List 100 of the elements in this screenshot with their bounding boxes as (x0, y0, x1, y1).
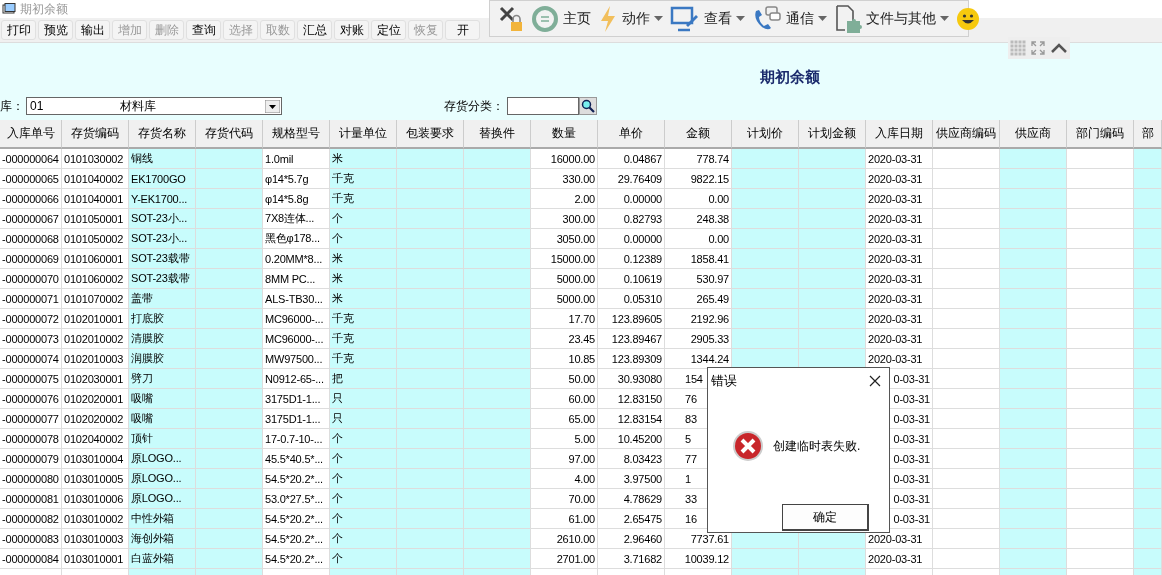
table-cell: 千克 (330, 329, 397, 349)
table-cell: 千克 (330, 169, 397, 189)
table-cell: 8.03423 (598, 449, 665, 469)
column-header[interactable]: 单价 (598, 120, 665, 149)
column-header[interactable]: 供应商编码 (933, 120, 1000, 149)
toolbar-button[interactable]: 打印 (1, 20, 36, 40)
column-header[interactable]: 存货编码 (62, 120, 129, 149)
column-header[interactable]: 存货代码 (196, 120, 263, 149)
table-cell: 米 (330, 269, 397, 289)
toolbar-button[interactable]: 开 (445, 20, 480, 40)
caret-down-icon[interactable] (736, 16, 745, 21)
caret-down-icon[interactable] (940, 16, 949, 21)
toolbar-button[interactable]: 汇总 (297, 20, 332, 40)
monitor-icon[interactable] (670, 4, 700, 33)
table-cell: 原LOGO... (129, 449, 196, 469)
menu-label[interactable]: 文件与其他 (866, 9, 936, 28)
column-header[interactable]: 存货名称 (129, 120, 196, 149)
table-cell: 2020-03-31 (866, 169, 933, 189)
column-header[interactable]: 金额 (665, 120, 732, 149)
ok-button[interactable]: 确定 (782, 504, 869, 531)
table-cell: 29.76409 (598, 169, 665, 189)
table-cell: -000000076 (0, 389, 62, 409)
table-cell: 2.00 (531, 189, 598, 209)
toolbar-button[interactable]: 对账 (334, 20, 369, 40)
table-cell: 60.00 (531, 389, 598, 409)
table-cell: SOT-23载带 (129, 249, 196, 269)
column-header[interactable]: 部 (1134, 120, 1162, 149)
toolbar-button[interactable]: 查询 (186, 20, 221, 40)
column-header[interactable]: 数量 (531, 120, 598, 149)
table-cell: -000000084 (0, 549, 62, 569)
column-header[interactable]: 部门编码 (1067, 120, 1134, 149)
toolbar-button[interactable]: 预览 (38, 20, 73, 40)
warehouse-label: 库： (0, 97, 24, 115)
table-cell: 2020-03-31 (866, 289, 933, 309)
table-cell: Y-EK1700... (129, 189, 196, 209)
caret-down-icon[interactable] (654, 16, 663, 21)
disconnect-lock-icon[interactable] (498, 4, 524, 33)
collapse-caret-icon[interactable] (1049, 42, 1068, 54)
table-cell: 2020-03-31 (866, 189, 933, 209)
table-cell: 2.96460 (598, 529, 665, 549)
close-icon[interactable] (869, 375, 881, 387)
toolbar-button[interactable]: 输出 (75, 20, 110, 40)
table-cell: 2020-03-31 (866, 249, 933, 269)
dropdown-arrow-icon[interactable] (265, 99, 280, 113)
table-cell: 61.00 (531, 509, 598, 529)
table-cell: 2701.00 (531, 549, 598, 569)
table-cell: 米 (330, 149, 397, 169)
table-cell: -000000080 (0, 469, 62, 489)
table-cell: 0.82793 (598, 209, 665, 229)
table-cell: 海创外箱 (129, 529, 196, 549)
table-cell: 4.78629 (598, 489, 665, 509)
warehouse-dropdown[interactable]: 01 材料库 (26, 97, 282, 115)
column-header[interactable]: 供应商 (1000, 120, 1067, 149)
table-cell: 顶针 (129, 429, 196, 449)
table-cell: -000000077 (0, 409, 62, 429)
menu-label[interactable]: 查看 (704, 9, 732, 28)
table-cell: 千克 (330, 189, 397, 209)
table-cell: 0.00000 (598, 189, 665, 209)
category-field[interactable] (507, 97, 579, 115)
table-cell: 97.00 (531, 449, 598, 469)
column-header[interactable]: 入库单号 (0, 120, 62, 149)
column-header[interactable]: 包装要求 (397, 120, 464, 149)
toolbar-button[interactable]: 定位 (371, 20, 406, 40)
file-puzzle-icon[interactable] (834, 3, 862, 34)
column-header[interactable]: 计划金额 (799, 120, 866, 149)
smiley-icon[interactable] (956, 6, 980, 31)
table-cell: -000000075 (0, 369, 62, 389)
table-cell: 10.85 (531, 349, 598, 369)
table-cell: 盖带 (129, 289, 196, 309)
menu-label[interactable]: 动作 (622, 9, 650, 28)
caret-down-icon[interactable] (818, 16, 827, 21)
table-cell: -000000083 (0, 529, 62, 549)
column-header[interactable]: 替换件 (464, 120, 531, 149)
column-header[interactable]: 计划价 (732, 120, 799, 149)
table-cell: 把 (330, 369, 397, 389)
menu-label[interactable]: 通信 (786, 9, 814, 28)
table-cell: -000000072 (0, 309, 62, 329)
error-icon (732, 430, 764, 462)
window-title: 期初余额 (20, 0, 68, 18)
column-header[interactable]: 入库日期 (866, 120, 933, 149)
table-cell: 吸嘴 (129, 409, 196, 429)
column-header[interactable]: 规格型号 (263, 120, 330, 149)
table-cell: 个 (330, 549, 397, 569)
table-cell: 打底胶 (129, 309, 196, 329)
menu-label[interactable]: 主页 (563, 9, 591, 28)
table-cell: 2610.00 (531, 529, 598, 549)
table-cell: 300.00 (531, 209, 598, 229)
table-cell: EK1700GO (129, 169, 196, 189)
table-cell: 2020-03-31 (866, 209, 933, 229)
table-cell: 2020-03-31 (866, 309, 933, 329)
search-button[interactable] (579, 97, 597, 115)
table-cell: -000000074 (0, 349, 62, 369)
table-cell: 2020-03-31 (866, 229, 933, 249)
column-header[interactable]: 计量单位 (330, 120, 397, 149)
table-cell: 清膜胶 (129, 329, 196, 349)
table-cell: 0.04867 (598, 149, 665, 169)
table-cell: 原LOGO... (129, 469, 196, 489)
table-cell: 白蓝外箱 (129, 549, 196, 569)
table-cell: -000000069 (0, 249, 62, 269)
table-cell: 16000.00 (531, 149, 598, 169)
